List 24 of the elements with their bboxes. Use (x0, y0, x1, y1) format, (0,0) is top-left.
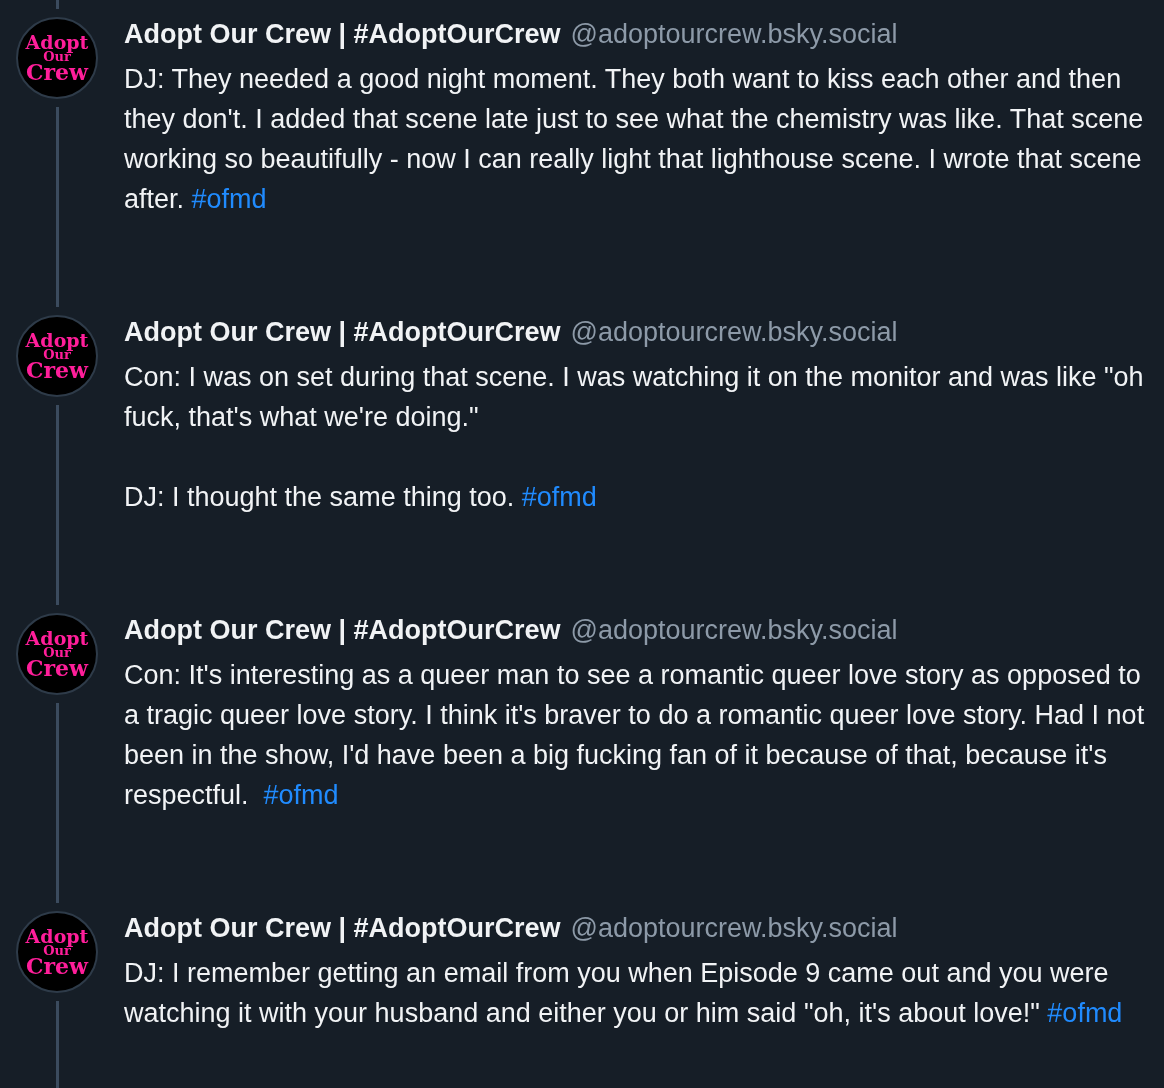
display-name[interactable]: Adopt Our Crew | #AdoptOurCrew (124, 312, 561, 352)
avatar-logo-text: Adopt Our Crew (25, 331, 89, 381)
avatar[interactable]: Adopt Our Crew (16, 17, 98, 99)
display-name[interactable]: Adopt Our Crew | #AdoptOurCrew (124, 610, 561, 650)
post-text: DJ: I remember getting an email from you when Episode 9 came out and you were watching it with your husband and either you or him said "oh, it's about love!" #ofmd (124, 957, 1124, 1030)
avatar-logo-text: Adopt Our Crew (25, 33, 89, 83)
avatar[interactable]: Adopt Our Crew (16, 613, 98, 695)
avatar[interactable]: Adopt Our Crew (16, 315, 98, 397)
display-name[interactable]: Adopt Our Crew | #AdoptOurCrew (124, 14, 561, 54)
avatar-logo-text: Adopt Our Crew (25, 927, 89, 977)
hashtag-link[interactable]: #ofmd (263, 780, 339, 810)
user-handle[interactable]: @adoptourcrew.bsky.social (570, 312, 898, 352)
user-handle[interactable]: @adoptourcrew.bsky.social (570, 14, 898, 54)
avatar-logo-text: Adopt Our Crew (25, 629, 89, 679)
user-handle[interactable]: @adoptourcrew.bsky.social (570, 610, 898, 650)
user-handle[interactable]: @adoptourcrew.bsky.social (570, 908, 898, 948)
post-text: DJ: They needed a good night moment. They both want to kiss each other and then they don't. I added that scene late just to see what the chemistry was like. That scene working so beautifully - now I can really light that lighthouse scene. I wrote that scene after. #ofmd (124, 63, 1145, 216)
hashtag-link[interactable]: #ofmd (191, 184, 267, 214)
hashtag-link[interactable]: #ofmd (1047, 998, 1123, 1028)
hashtag-link[interactable]: #ofmd (521, 482, 597, 512)
avatar[interactable]: Adopt Our Crew (16, 911, 98, 993)
post-text: Con: I was on set during that scene. I was watching it on the monitor and was like "oh fuck, that's what we're doing." DJ: I thought the same thing too. #ofmd (124, 361, 1145, 514)
post-text: Con: It's interesting as a queer man to see a romantic queer love story as opposed to a tragic queer love story. I think it's braver to do a romantic queer love story. Had I not been in the show, I'd have been a big fucking fan of it because of that, because it's respectful. #ofmd (124, 659, 1146, 812)
display-name[interactable]: Adopt Our Crew | #AdoptOurCrew (124, 908, 561, 948)
